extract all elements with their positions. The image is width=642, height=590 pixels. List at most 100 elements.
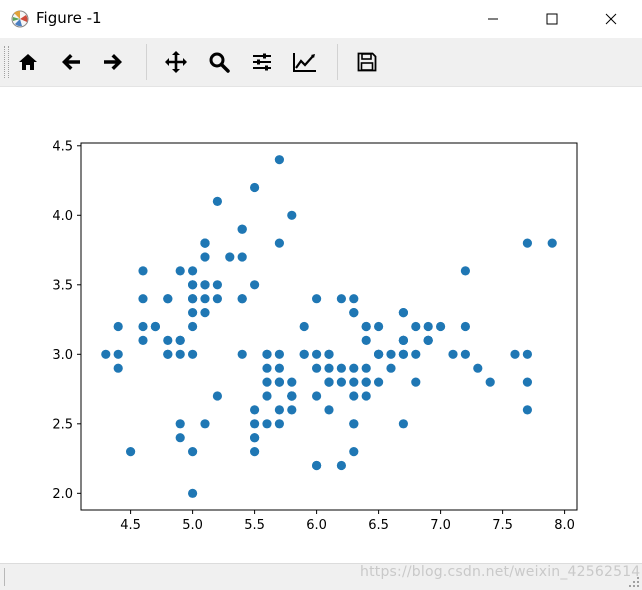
toolbar-separator <box>337 44 338 80</box>
scatter-point <box>188 294 198 304</box>
scatter-point <box>262 363 272 373</box>
scatter-point <box>113 349 123 359</box>
y-tick-label: 2.5 <box>52 417 73 432</box>
scatter-point <box>274 155 284 165</box>
scatter-point <box>212 196 222 206</box>
scatter-point <box>101 349 111 359</box>
subplots-icon <box>253 53 271 71</box>
y-ticks: 2.0 2.5 3.0 3.5 4.0 4.5 <box>52 139 81 502</box>
scatter-point <box>200 419 210 429</box>
forward-button[interactable] <box>99 48 127 76</box>
scatter-point <box>287 405 297 415</box>
scatter-point <box>312 391 322 401</box>
scatter-point <box>460 321 470 332</box>
scatter-point <box>287 210 297 220</box>
zoom-button[interactable] <box>205 48 233 76</box>
maximize-button[interactable] <box>529 0 575 38</box>
scatter-point <box>312 294 322 304</box>
scatter-point <box>200 238 210 248</box>
scatter-point <box>250 182 260 193</box>
x-tick-label: 8.0 <box>554 518 575 533</box>
configure-subplots-button[interactable] <box>248 48 276 76</box>
scatter-point <box>336 363 346 373</box>
pan-button[interactable] <box>162 48 190 76</box>
toolbar-grip <box>4 46 9 78</box>
scatter-point <box>411 377 421 387</box>
title-bar: Figure -1 <box>0 0 642 38</box>
resize-grip-icon[interactable] <box>628 576 640 588</box>
figure-canvas[interactable]: 4.5 5.0 5.5 6.0 6.5 7.0 7.5 8.0 2.0 2.5 3.0 3.5 4.0… <box>0 87 642 563</box>
scatter-point <box>188 266 198 276</box>
save-button[interactable] <box>353 48 381 76</box>
scatter-point <box>522 349 533 359</box>
scatter-point <box>188 447 198 457</box>
scatter-point <box>336 377 346 387</box>
navigation-toolbar <box>0 38 642 87</box>
x-tick-label: 6.0 <box>306 518 327 533</box>
x-tick-label: 6.5 <box>368 518 389 533</box>
minimize-icon <box>488 18 498 20</box>
scatter-point <box>349 377 359 387</box>
save-icon <box>357 52 377 72</box>
scatter-point <box>237 294 247 304</box>
scatter-point <box>175 349 185 359</box>
scatter-point <box>250 405 260 415</box>
scatter-point <box>212 294 222 304</box>
scatter-point <box>138 335 148 346</box>
scatter-point <box>138 321 148 332</box>
scatter-point <box>448 349 458 359</box>
scatter-plot: 4.5 5.0 5.5 6.0 6.5 7.0 7.5 8.0 2.0 2.5 3.0 3.5 4.0… <box>52 139 578 533</box>
scatter-point <box>250 433 260 443</box>
scatter-point <box>237 224 247 234</box>
scatter-point <box>274 238 284 248</box>
zoom-icon <box>209 52 230 73</box>
y-tick-label: 2.0 <box>52 487 73 502</box>
status-bar: https://blog.csdn.net/weixin_42562514 <box>0 563 642 590</box>
minimize-button[interactable] <box>470 0 516 38</box>
scatter-point <box>349 447 359 457</box>
scatter-point <box>485 377 495 387</box>
home-button[interactable] <box>14 48 42 76</box>
scatter-point <box>200 294 210 304</box>
scatter-point <box>175 335 185 346</box>
scatter-point <box>212 391 222 401</box>
scatter-point <box>312 363 322 373</box>
scatter-point <box>361 321 371 332</box>
scatter-point <box>237 349 247 359</box>
scatter-point <box>398 349 408 359</box>
scatter-point <box>398 307 408 318</box>
scatter-point <box>250 447 260 457</box>
scatter-point <box>374 349 384 359</box>
scatter-point <box>324 405 334 415</box>
points-layer <box>101 155 557 498</box>
scatter-point <box>188 280 198 290</box>
edit-axes-icon <box>293 53 316 72</box>
scatter-point <box>163 349 173 359</box>
scatter-point <box>138 266 148 276</box>
scatter-point <box>225 252 235 262</box>
scatter-point <box>188 488 198 498</box>
close-button[interactable] <box>588 0 634 38</box>
scatter-point <box>324 363 334 373</box>
scatter-point <box>113 363 123 373</box>
scatter-point <box>262 349 272 359</box>
scatter-point <box>188 349 198 359</box>
maximize-icon <box>546 13 558 25</box>
scatter-point <box>250 419 260 429</box>
scatter-point <box>175 266 185 276</box>
back-button[interactable] <box>57 48 85 76</box>
scatter-point <box>262 377 272 387</box>
scatter-point <box>411 349 421 359</box>
status-grip <box>4 568 7 586</box>
y-tick-label: 3.0 <box>52 348 73 363</box>
scatter-point <box>262 419 272 429</box>
home-icon <box>19 54 37 70</box>
scatter-point <box>547 238 557 248</box>
scatter-point <box>274 349 284 359</box>
edit-axes-button[interactable] <box>291 48 319 76</box>
scatter-point <box>274 419 284 429</box>
scatter-point <box>336 294 346 304</box>
scatter-point <box>274 363 284 373</box>
scatter-point <box>200 252 210 262</box>
scatter-point <box>361 363 371 373</box>
